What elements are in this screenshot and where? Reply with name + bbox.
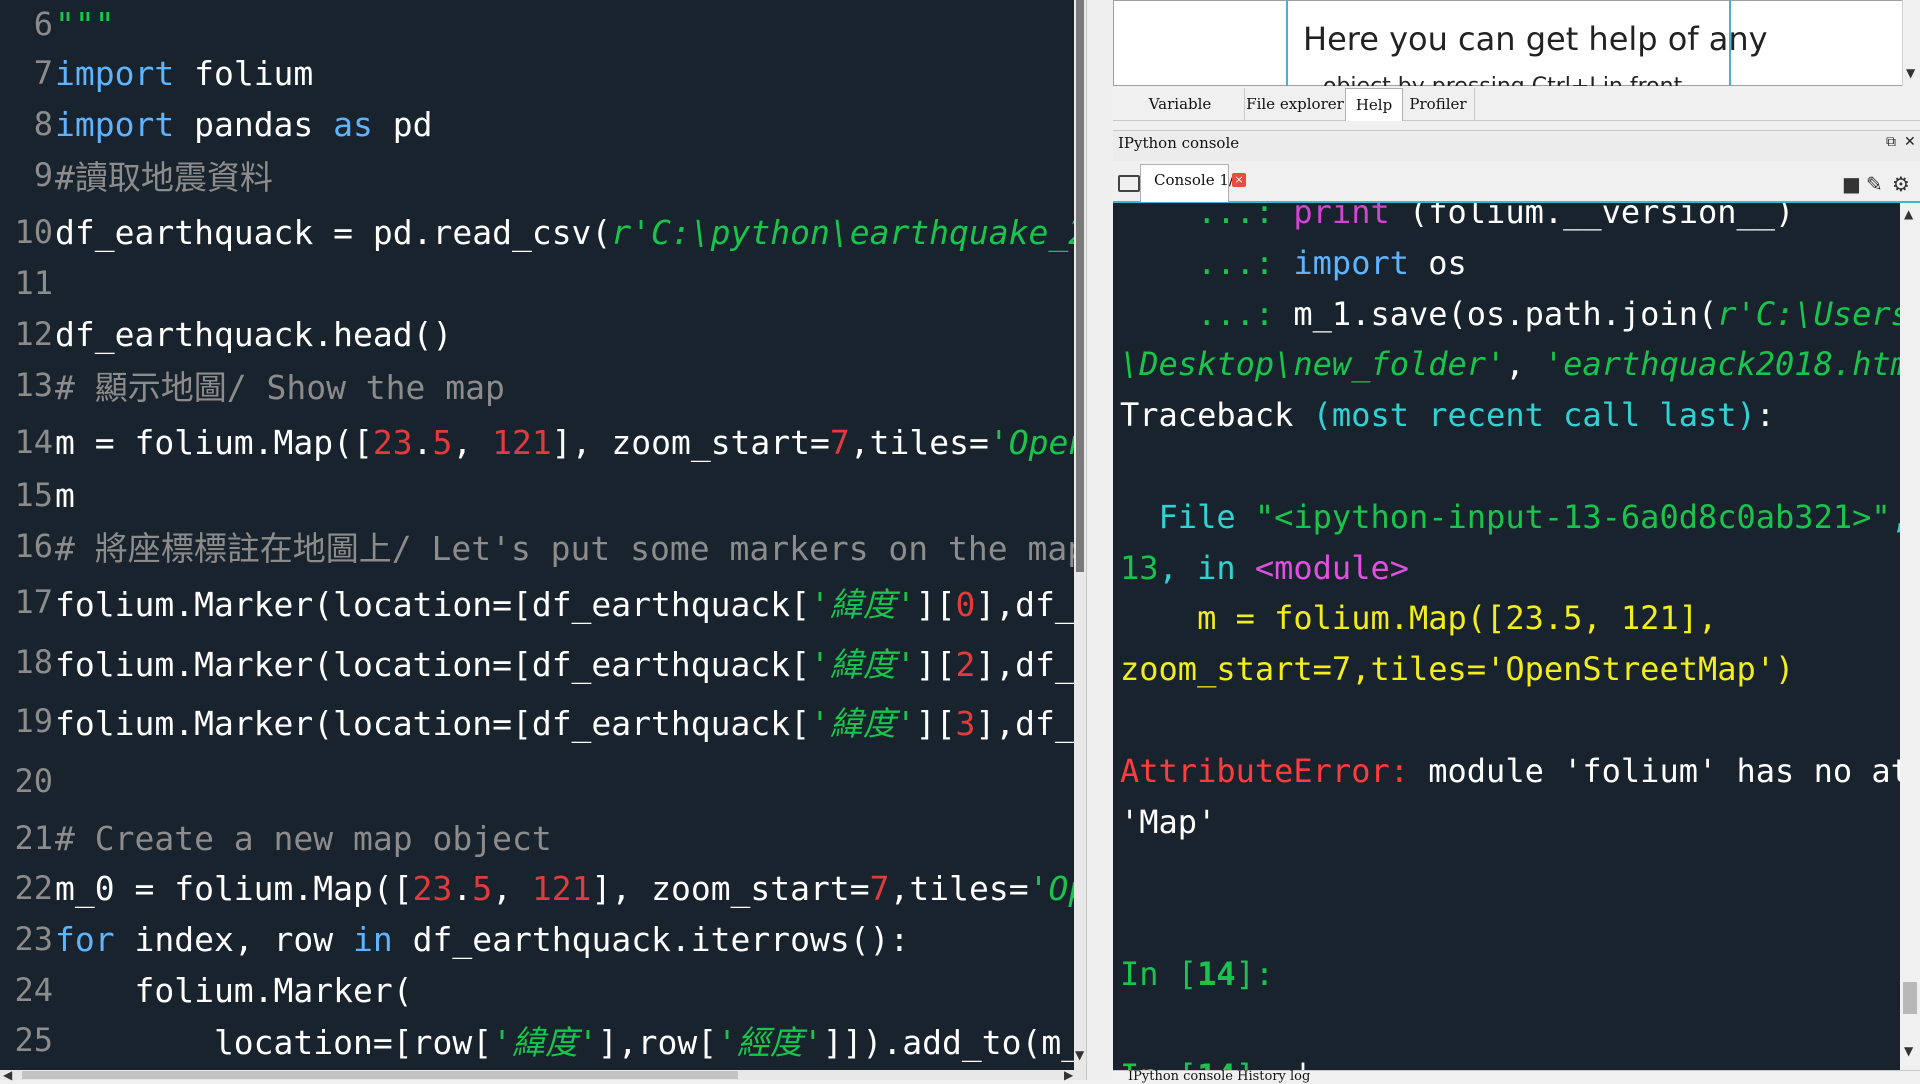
tab-variable-explorer[interactable]: Variable explorer bbox=[1116, 88, 1245, 145]
console-line: 13, in <module> bbox=[1120, 548, 1409, 587]
ipython-console-output[interactable]: ...: print (folium.__version__) ...: imp… bbox=[1113, 203, 1900, 1070]
console-line: 'Map' bbox=[1120, 802, 1217, 841]
code-line[interactable]: 17 folium.Marker(location=[df_earthquack[… bbox=[0, 578, 1074, 626]
console-line: ...: m_1.save(os.path.join(r'C:\Users\Us… bbox=[1197, 294, 1900, 333]
code-line[interactable]: 8 import pandas as pd bbox=[0, 100, 1074, 148]
line-number: 6 bbox=[33, 5, 53, 43]
code-line[interactable]: 9 #讀取地震資料 bbox=[0, 151, 1074, 199]
editor-scroll-thumb[interactable] bbox=[1076, 0, 1084, 572]
console-line: File "<ipython-input-13-6a0d8c0ab321>", … bbox=[1158, 497, 1900, 536]
code-text: folium.Marker(location=[df_earthquack['緯… bbox=[55, 585, 1074, 624]
code-text: m bbox=[55, 475, 75, 515]
line-number: 25 bbox=[14, 1021, 53, 1059]
code-text: # 將座標標註在地圖上/ Let's put some markers on t… bbox=[55, 529, 1074, 568]
console-line: zoom_start=7,tiles='OpenStreetMap') bbox=[1120, 650, 1795, 689]
code-line[interactable]: 16 # 將座標標註在地圖上/ Let's put some markers on… bbox=[0, 522, 1074, 570]
code-line[interactable]: 14 m = folium.Map([23.5, 121], zoom_start… bbox=[0, 418, 1074, 466]
code-line[interactable]: 6 """ bbox=[0, 0, 1074, 48]
line-number: 11 bbox=[14, 264, 53, 302]
line-number: 21 bbox=[14, 819, 53, 857]
code-line[interactable]: 23 for index, row in df_earthquack.iterro… bbox=[0, 915, 1074, 963]
console-scrollbar[interactable] bbox=[1900, 203, 1920, 1070]
code-text: folium.Marker(location=[df_earthquack['緯… bbox=[55, 704, 1074, 743]
close-pane-icon[interactable]: ✕ bbox=[1904, 134, 1916, 150]
line-number: 7 bbox=[33, 54, 53, 92]
code-line[interactable]: 18 folium.Marker(location=[df_earthquack[… bbox=[0, 638, 1074, 686]
code-text: import pandas as pd bbox=[55, 104, 433, 144]
code-text: import folium bbox=[55, 53, 314, 93]
code-line[interactable]: 21 # Create a new map object bbox=[0, 814, 1074, 862]
editor-scroll-down-icon[interactable]: ▼ bbox=[1075, 1048, 1084, 1062]
console-line: ...: print (folium.__version__) bbox=[1197, 203, 1795, 231]
help-message-cont: object by pressing Ctrl+I in front bbox=[1323, 74, 1682, 86]
code-line[interactable]: 19 folium.Marker(location=[df_earthquack[… bbox=[0, 697, 1074, 745]
line-number: 19 bbox=[14, 702, 53, 740]
bottom-tabs[interactable]: IPython console History log bbox=[1128, 1069, 1310, 1084]
line-number: 8 bbox=[33, 105, 53, 143]
code-text: for index, row in df_earthquack.iterrows… bbox=[55, 919, 910, 959]
code-text: # 顯示地圖/ Show the map bbox=[55, 368, 505, 407]
line-number: 14 bbox=[14, 423, 53, 461]
tab-file-explorer[interactable]: File explorer bbox=[1245, 88, 1346, 120]
code-line[interactable]: 22 m_0 = folium.Map([23.5, 121], zoom_sta… bbox=[0, 864, 1074, 912]
code-line[interactable]: 24 folium.Marker( bbox=[0, 966, 1074, 1014]
code-text: location=[row['緯度'],row['經度']]).add_to(m… bbox=[55, 1023, 1074, 1062]
console-line: In [14]: bbox=[1120, 955, 1275, 993]
console-line: Traceback (most recent call last): bbox=[1120, 396, 1776, 435]
line-number: 22 bbox=[14, 869, 53, 907]
line-number: 24 bbox=[14, 971, 53, 1009]
code-text: df_earthquack = pd.read_csv(r'C:\python\… bbox=[55, 212, 1074, 252]
console-line: AttributeError: module 'folium' has no a… bbox=[1120, 751, 1900, 790]
code-line[interactable]: 10 df_earthquack = pd.read_csv(r'C:\pytho… bbox=[0, 208, 1074, 256]
eraser-icon[interactable]: ✎ bbox=[1866, 172, 1883, 196]
console-scroll-thumb[interactable] bbox=[1903, 982, 1917, 1014]
tab-profiler[interactable]: Profiler bbox=[1402, 88, 1475, 120]
console-scroll-up-icon[interactable]: ▲ bbox=[1904, 207, 1913, 221]
console-scroll-down-icon[interactable]: ▼ bbox=[1904, 1044, 1913, 1058]
code-line[interactable]: 15 m bbox=[0, 471, 1074, 519]
code-text: m_0 = folium.Map([23.5, 121], zoom_start… bbox=[55, 868, 1074, 908]
console-line: m = folium.Map([23.5, 121], bbox=[1197, 599, 1718, 638]
code-line[interactable]: 13 # 顯示地圖/ Show the map bbox=[0, 361, 1074, 409]
code-line[interactable]: 20 bbox=[0, 757, 1074, 805]
pane-splitter[interactable] bbox=[1086, 0, 1114, 1080]
line-number: 16 bbox=[14, 527, 53, 565]
line-number: 17 bbox=[14, 583, 53, 621]
folder-icon[interactable] bbox=[1118, 175, 1140, 192]
help-scroll-down-icon[interactable]: ▼ bbox=[1906, 66, 1915, 80]
code-editor[interactable]: 6 """ 7 import folium 8 import pandas as pd 9 #… bbox=[0, 0, 1074, 1070]
stop-icon[interactable]: ■ bbox=[1842, 172, 1861, 196]
line-number: 12 bbox=[14, 315, 53, 353]
code-line[interactable]: 7 import folium bbox=[0, 49, 1074, 97]
ipython-console-title: IPython console bbox=[1118, 134, 1240, 152]
console-line: ...: import os bbox=[1197, 243, 1467, 282]
code-text: # Create a new map object bbox=[55, 818, 552, 858]
gear-icon[interactable]: ⚙ bbox=[1892, 172, 1910, 196]
code-line[interactable]: 12 df_earthquack.head() bbox=[0, 310, 1074, 358]
console-line: In [14]: | bbox=[1120, 1051, 1313, 1070]
line-number: 13 bbox=[14, 366, 53, 404]
undock-icon[interactable]: ⧉ bbox=[1886, 134, 1896, 150]
code-text: df_earthquack.head() bbox=[55, 314, 453, 354]
line-number: 20 bbox=[14, 762, 53, 800]
code-text: m = folium.Map([23.5, 121], zoom_start=7… bbox=[55, 422, 1074, 462]
line-number: 9 bbox=[33, 156, 53, 194]
tab-help[interactable]: Help bbox=[1345, 88, 1403, 121]
code-text: folium.Marker(location=[df_earthquack['緯… bbox=[55, 645, 1074, 684]
editor-hscroll-thumb[interactable] bbox=[22, 1071, 738, 1079]
line-number: 23 bbox=[14, 920, 53, 958]
code-text: folium.Marker( bbox=[55, 970, 413, 1010]
code-line[interactable]: 11 bbox=[0, 259, 1074, 307]
console-line: \Desktop\new_folder', 'earthquack2018.ht… bbox=[1120, 345, 1900, 384]
code-text: #讀取地震資料 bbox=[55, 158, 273, 197]
line-number: 18 bbox=[14, 643, 53, 681]
help-message: Here you can get help of any bbox=[1303, 20, 1768, 58]
code-text: """ bbox=[55, 4, 115, 44]
line-number: 10 bbox=[14, 213, 53, 251]
code-line[interactable]: 25 location=[row['緯度'],row['經度']]).add_t… bbox=[0, 1016, 1074, 1064]
line-number: 15 bbox=[14, 476, 53, 514]
close-console-icon[interactable]: × bbox=[1232, 173, 1246, 187]
